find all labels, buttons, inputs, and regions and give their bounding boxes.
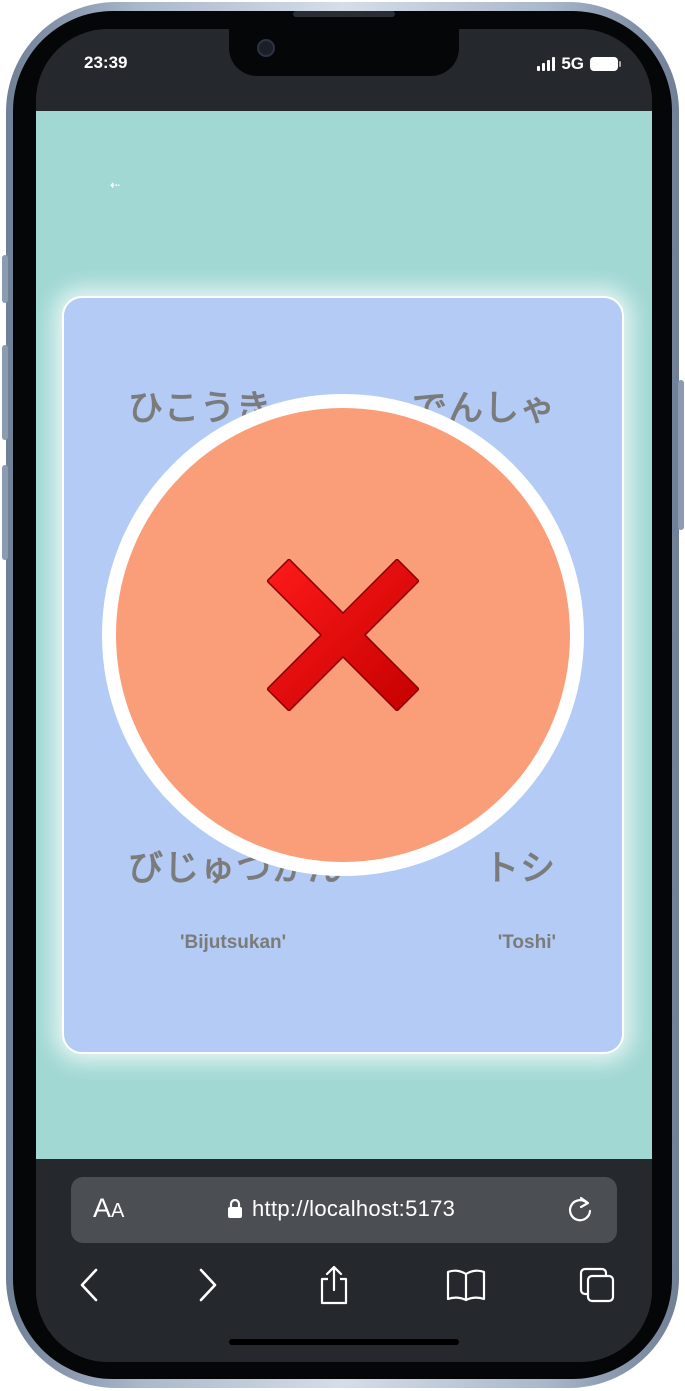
tabs-icon[interactable] <box>571 1259 623 1311</box>
status-bar: 23:39 5G <box>36 29 652 111</box>
speaker-grill <box>293 11 395 17</box>
url-text: http://localhost:5173 <box>252 1196 456 1221</box>
side-button-silent <box>2 255 8 303</box>
side-button-volume-up <box>2 345 8 440</box>
battery-icon <box>590 57 621 71</box>
share-icon[interactable] <box>308 1259 360 1311</box>
home-indicator <box>229 1339 459 1345</box>
back-button[interactable]: ⇠ <box>110 175 140 195</box>
incorrect-result-overlay <box>102 394 584 876</box>
back-icon[interactable] <box>63 1259 115 1311</box>
app-page: ⇠ ひこうき でんしゃ びじゅつかん トシ 'Bijutsukan' 'Tosh… <box>36 111 652 1159</box>
status-time: 23:39 <box>84 53 128 72</box>
side-button-power <box>678 380 684 530</box>
status-indicators: 5G <box>537 54 621 74</box>
text-size-button[interactable]: AA <box>93 1193 124 1224</box>
side-button-volume-down <box>2 465 8 560</box>
lock-icon <box>228 1199 242 1218</box>
camera <box>257 39 275 57</box>
browser-chrome: AA http://localhost:5173 <box>36 1159 652 1362</box>
close-icon <box>267 559 419 711</box>
screen: 23:39 5G ⇠ ひこうき でんしゃ びじゅつかん トシ 'Bijutsuk… <box>36 29 652 1362</box>
bookmarks-icon[interactable] <box>440 1259 492 1311</box>
browser-toolbar <box>36 1259 652 1319</box>
network-label: 5G <box>561 54 584 73</box>
option-word-4[interactable]: トシ <box>484 840 556 891</box>
option-romaji-4: 'Toshi' <box>497 932 556 953</box>
forward-icon[interactable] <box>182 1259 234 1311</box>
back-arrow-icon: ⇠ <box>110 178 121 192</box>
option-romaji-3: 'Bijutsukan' <box>180 932 287 953</box>
reload-icon[interactable] <box>565 1195 595 1225</box>
notch <box>229 29 459 76</box>
address-bar[interactable]: AA http://localhost:5173 <box>71 1177 617 1243</box>
signal-icon <box>537 57 556 71</box>
